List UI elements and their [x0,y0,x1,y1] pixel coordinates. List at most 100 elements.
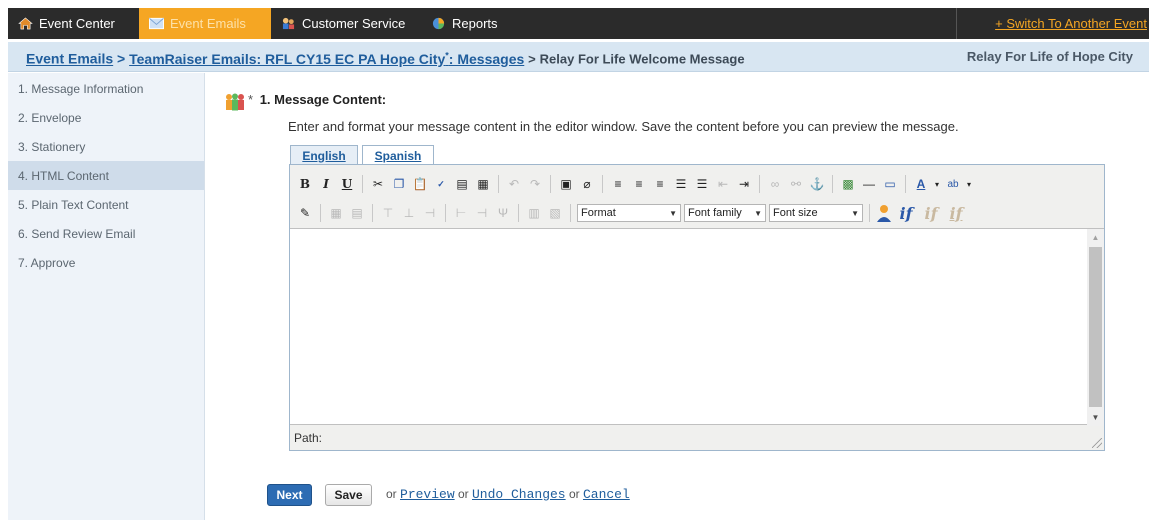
editor-toolbar-row-1: B I U ✂ ❐ 📋 ✓ ▤ ▦ ↶ ↷ ▣ ⌀ ≡ ≡ ≡ ☰ ☰ ⇤ ⇥ … [296,172,973,196]
switch-event-link[interactable]: + Switch To Another Event [956,8,1149,39]
preview-link[interactable]: Preview [400,487,455,502]
align-right-icon[interactable]: ≡ [651,175,669,193]
image-icon[interactable]: ▩ [839,175,857,193]
toolbar-separator [372,204,373,222]
sidebar-item-message-information[interactable]: 1. Message Information [8,74,204,103]
sidebar-item-approve[interactable]: 7. Approve [8,248,204,277]
cut-icon[interactable]: ✂ [369,175,387,193]
editor-toolbar-row-2: ✎ ▦ ▤ ⊤ ⊥ ⊣ ⊢ ⊣ Ψ ▥ ▧ Format ▼ Font famil… [296,201,967,225]
editor-scrollbar[interactable]: ▲ ▼ [1087,229,1104,426]
edit-icon[interactable]: ✎ [296,204,314,222]
breadcrumb-link-teamraiser-text: TeamRaiser Emails: RFL CY15 EC PA Hope C… [129,50,446,67]
html-source-icon[interactable]: ▭ [881,175,899,193]
conditional-end-if-button[interactable]: if [945,204,967,223]
footer-links: or Preview or Undo Changes or Cancel [386,487,630,502]
toolbar-separator [832,175,833,193]
ordered-list-icon[interactable]: ☰ [672,175,690,193]
sidebar-item-envelope[interactable]: 2. Envelope [8,103,204,132]
align-center-icon[interactable]: ≡ [630,175,648,193]
paste-icon[interactable]: 📋 [411,175,429,193]
conditional-if-button[interactable]: if [895,204,917,223]
sidebar-item-plain-text-content[interactable]: 5. Plain Text Content [8,190,204,219]
rich-text-editor: B I U ✂ ❐ 📋 ✓ ▤ ▦ ↶ ↷ ▣ ⌀ ≡ ≡ ≡ ☰ ☰ ⇤ ⇥ … [289,164,1105,451]
tab-customer-service[interactable]: Customer Service [271,8,421,39]
select-all-icon[interactable]: ▣ [557,175,575,193]
tab-event-center-label: Event Center [39,16,115,31]
sidebar-item-html-content[interactable]: 4. HTML Content [8,161,204,190]
redo-icon[interactable]: ↷ [526,175,544,193]
remove-format-icon[interactable]: ⌀ [578,175,596,193]
col-after-icon[interactable]: ⊣ [473,204,491,222]
chevron-down-icon: ▼ [851,208,859,218]
pie-chart-icon [432,17,445,30]
toolbar-separator [602,175,603,193]
horizontal-rule-icon[interactable]: — [860,175,878,193]
toolbar-separator [498,175,499,193]
resize-grip-icon[interactable] [1092,438,1102,448]
paste-word-icon[interactable]: ▦ [474,175,492,193]
editor-path-label: Path: [294,431,323,445]
or-text: or [386,487,397,501]
indent-icon[interactable]: ⇥ [735,175,753,193]
undo-changes-link[interactable]: Undo Changes [472,487,566,502]
col-before-icon[interactable]: ⊢ [452,204,470,222]
scroll-thumb[interactable] [1089,247,1102,407]
breadcrumb-current: Relay For Life Welcome Message [539,51,745,67]
paste-text-icon[interactable]: ▤ [453,175,471,193]
breadcrumb-separator: > [117,50,126,67]
toolbar-separator [759,175,760,193]
bold-button[interactable]: B [296,175,314,193]
background-color-dropdown-icon[interactable]: ▾ [965,175,973,193]
scroll-up-icon[interactable]: ▲ [1087,229,1104,246]
split-cells-icon[interactable]: ▧ [546,204,564,222]
tab-english[interactable]: English [290,145,358,165]
underline-button[interactable]: U [338,175,356,193]
delete-col-icon[interactable]: Ψ [494,204,512,222]
delete-row-icon[interactable]: ⊣ [421,204,439,222]
format-select[interactable]: Format ▼ [577,204,681,222]
tab-reports-label: Reports [452,16,498,31]
row-after-icon[interactable]: ⊥ [400,204,418,222]
tab-spanish[interactable]: Spanish [362,145,434,165]
editor-content-area[interactable]: ▲ ▼ [290,228,1104,426]
spellcheck-icon[interactable]: ✓ [432,175,450,193]
merge-cells-icon[interactable]: ▥ [525,204,543,222]
breadcrumb-link-messages-text: : Messages [448,50,525,67]
conditional-if-else-button[interactable]: if [920,204,942,223]
table-props-icon[interactable]: ▤ [348,204,366,222]
tab-event-center[interactable]: Event Center [8,8,137,39]
people-group-icon [226,93,244,111]
link-icon[interactable]: ∞ [766,175,784,193]
tab-event-emails[interactable]: Event Emails [139,8,271,39]
bullet-list-icon[interactable]: ☰ [693,175,711,193]
font-family-select[interactable]: Font family ▼ [684,204,766,222]
align-left-icon[interactable]: ≡ [609,175,627,193]
undo-icon[interactable]: ↶ [505,175,523,193]
font-size-select[interactable]: Font size ▼ [769,204,863,222]
breadcrumb-bar: Event Emails > TeamRaiser Emails: RFL CY… [8,42,1149,72]
cancel-link[interactable]: Cancel [583,487,630,502]
tab-reports[interactable]: Reports [421,8,541,39]
copy-icon[interactable]: ❐ [390,175,408,193]
breadcrumb-link-event-emails[interactable]: Event Emails [26,51,113,67]
sidebar-item-stationery[interactable]: 3. Stationery [8,132,204,161]
background-color-icon[interactable]: ab [944,175,962,193]
outdent-icon[interactable]: ⇤ [714,175,732,193]
unlink-icon[interactable]: ⚯ [787,175,805,193]
scroll-down-icon[interactable]: ▼ [1087,409,1104,426]
next-button[interactable]: Next [267,484,312,506]
person-field-icon[interactable] [876,204,892,222]
row-before-icon[interactable]: ⊤ [379,204,397,222]
text-color-icon[interactable]: A [912,175,930,193]
or-text: or [568,487,580,501]
breadcrumb: Event Emails > TeamRaiser Emails: RFL CY… [26,50,745,67]
sidebar-item-send-review-email[interactable]: 6. Send Review Email [8,219,204,248]
toolbar-separator [320,204,321,222]
anchor-icon[interactable]: ⚓ [808,175,826,193]
save-button[interactable]: Save [325,484,372,506]
toolbar-separator [362,175,363,193]
table-icon[interactable]: ▦ [327,204,345,222]
italic-button[interactable]: I [317,175,335,193]
text-color-dropdown-icon[interactable]: ▾ [933,175,941,193]
breadcrumb-link-teamraiser-messages[interactable]: TeamRaiser Emails: RFL CY15 EC PA Hope C… [129,50,525,67]
